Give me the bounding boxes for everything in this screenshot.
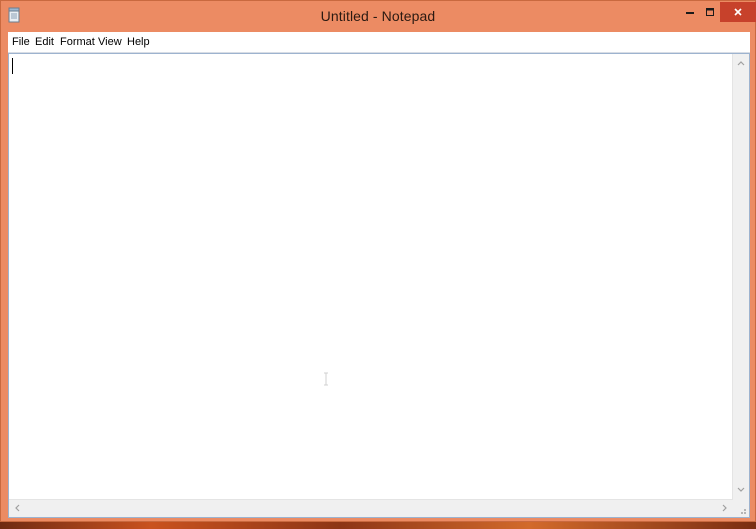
chevron-right-icon — [722, 504, 727, 512]
chevron-left-icon — [15, 504, 20, 512]
maximize-button[interactable] — [701, 2, 719, 22]
close-button[interactable] — [720, 2, 756, 22]
minimize-icon — [686, 12, 694, 14]
menu-format[interactable]: Format — [60, 35, 95, 49]
resize-grip-icon — [741, 509, 746, 514]
minimize-button[interactable] — [681, 2, 699, 22]
title-bar[interactable]: Untitled - Notepad — [1, 1, 756, 31]
chevron-down-icon — [737, 487, 745, 492]
text-editor-area[interactable] — [8, 53, 750, 518]
menu-help[interactable]: Help — [127, 35, 150, 49]
text-caret — [12, 58, 13, 74]
notepad-window: Untitled - Notepad File Edit Format View… — [0, 0, 756, 522]
vertical-scrollbar[interactable] — [732, 54, 749, 501]
maximize-icon — [706, 8, 714, 16]
menu-view[interactable]: View — [98, 35, 122, 49]
menu-file[interactable]: File — [12, 35, 30, 49]
close-icon — [734, 8, 742, 16]
menu-bar: File Edit Format View Help — [8, 32, 750, 53]
scroll-up-button[interactable] — [735, 57, 747, 69]
scroll-left-button[interactable] — [11, 502, 23, 514]
window-title: Untitled - Notepad — [320, 8, 436, 24]
ibeam-cursor-icon — [324, 372, 328, 386]
scroll-right-button[interactable] — [719, 502, 731, 514]
scroll-down-button[interactable] — [735, 484, 747, 496]
menu-edit[interactable]: Edit — [35, 35, 54, 49]
chevron-up-icon — [737, 61, 745, 66]
horizontal-scrollbar[interactable] — [9, 499, 733, 517]
resize-grip[interactable] — [733, 500, 749, 517]
